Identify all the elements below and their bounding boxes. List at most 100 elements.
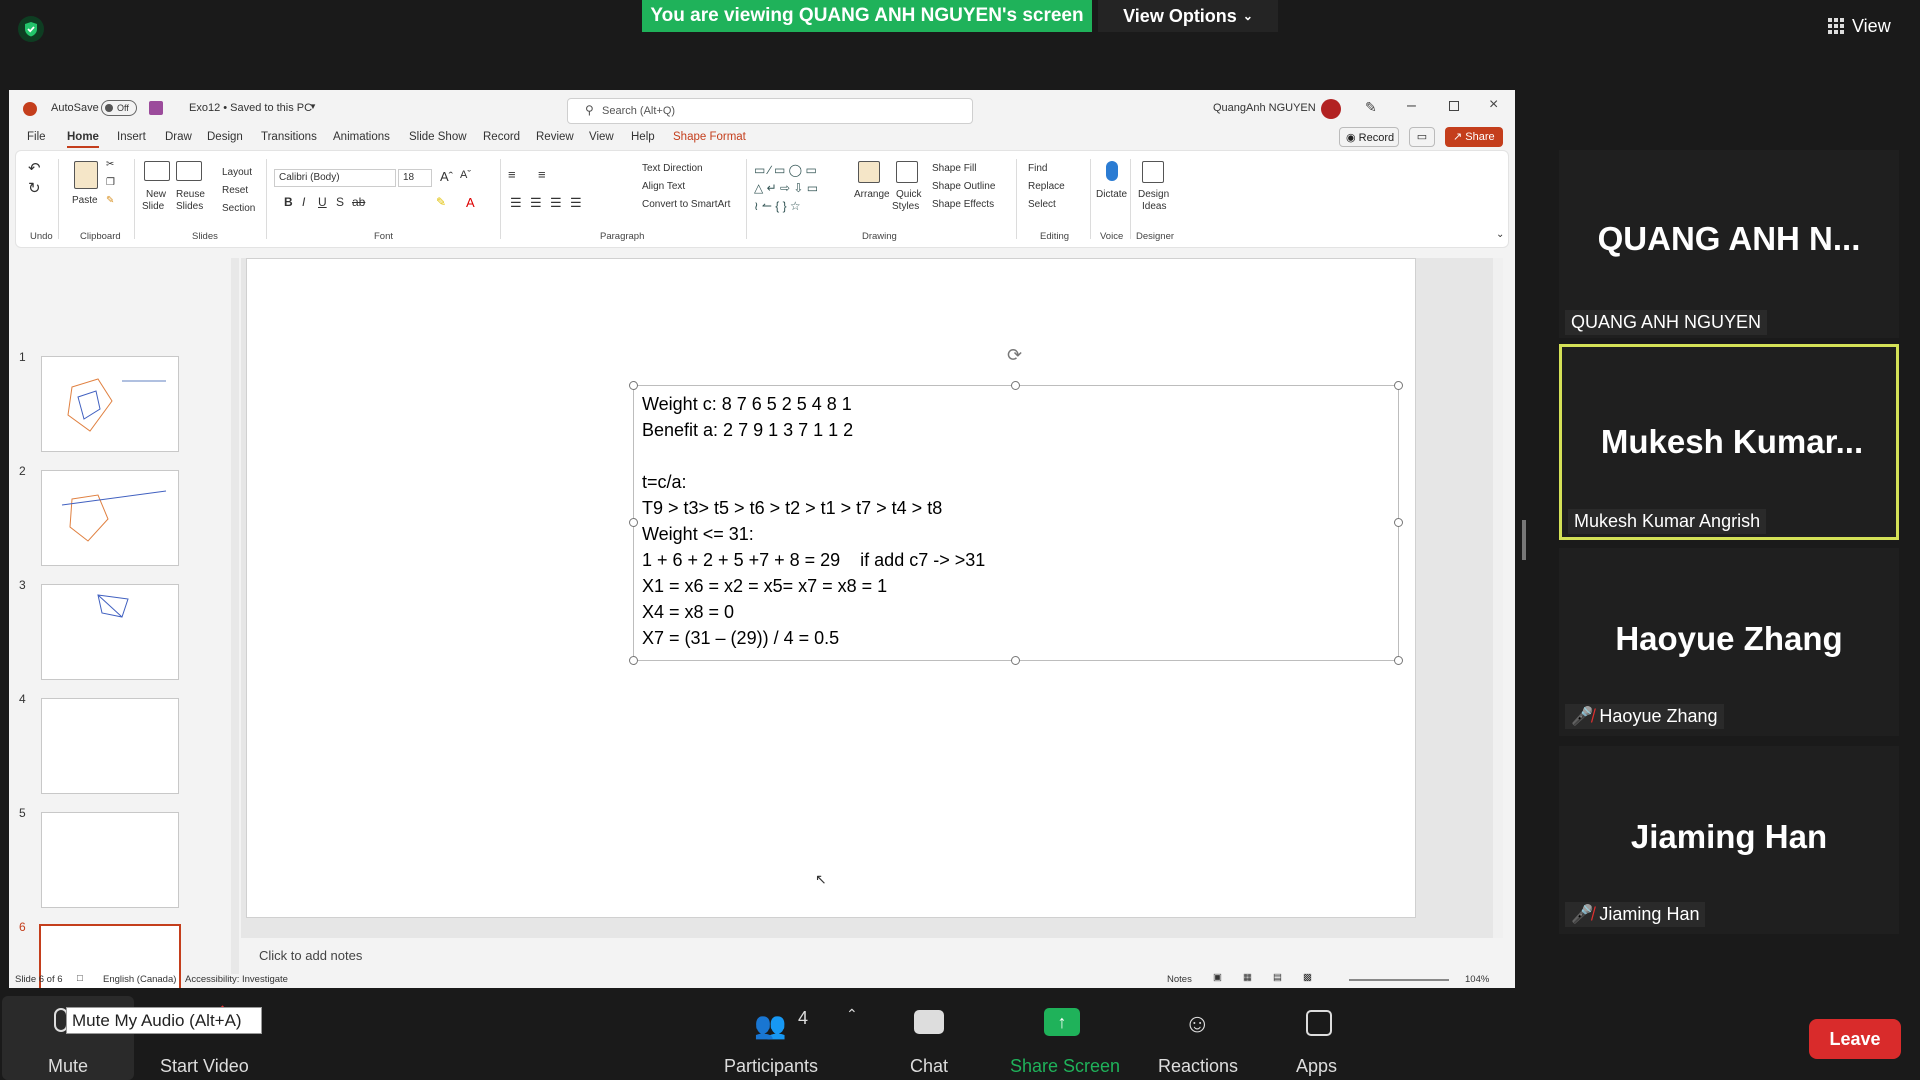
tab-home[interactable]: Home [67,131,99,148]
user-name[interactable]: QuangAnh NGUYEN [1213,102,1316,114]
view-options-button[interactable]: View Options ⌄ [1098,0,1278,32]
tab-file[interactable]: File [27,131,46,143]
slide-thumbnail-3[interactable] [41,584,179,680]
tab-draw[interactable]: Draw [165,131,192,143]
resize-handle[interactable] [629,381,638,390]
shape-fill-button[interactable]: Shape Fill [932,163,976,174]
participant-tile[interactable]: Jiaming Han 🎤̸ Jiaming Han [1559,746,1899,934]
new-slide-button[interactable]: New [146,189,166,200]
zoom-level[interactable]: 104% [1465,974,1489,985]
tab-transitions[interactable]: Transitions [261,131,317,143]
reuse-slides-button[interactable]: Reuse [176,189,205,200]
slide-thumbnail-1[interactable] [41,356,179,452]
font-color-icon[interactable]: A [466,195,475,210]
reactions-button[interactable]: ☺ Reactions [1150,996,1246,1080]
thumbnail-scrollbar[interactable] [231,258,239,974]
resize-handle[interactable] [629,518,638,527]
share-button[interactable]: ↗ Share [1445,127,1503,147]
format-painter-icon[interactable]: ✎ [106,195,114,206]
tab-animations[interactable]: Animations [333,131,390,143]
notes-pane[interactable]: Click to add notes [241,938,1503,974]
restore-icon[interactable] [1449,101,1459,111]
copy-icon[interactable]: ❐ [106,177,115,188]
select-button[interactable]: Select [1028,199,1056,210]
participant-tile[interactable]: Haoyue Zhang 🎤̸ Haoyue Zhang [1559,548,1899,736]
reading-view-icon[interactable]: ▤ [1273,972,1282,983]
italic-icon[interactable]: I [302,195,305,209]
save-icon[interactable] [149,101,163,115]
font-size-select[interactable]: 18 [398,169,432,187]
chat-button[interactable]: Chat [896,996,962,1080]
redo-icon[interactable]: ↻ [28,179,41,197]
layout-button[interactable]: Layout [222,167,252,178]
language-status[interactable]: English (Canada) [103,974,176,985]
slide-sorter-icon[interactable]: ▦ [1243,972,1252,983]
autosave-toggle[interactable]: Off [101,100,137,116]
highlight-icon[interactable]: ✎ [436,195,446,209]
font-name-select[interactable]: Calibri (Body) [274,169,396,187]
shapes-gallery[interactable]: ▭ ∕ ▭ ◯ ▭ △ ↵ ⇨ ⇩ ▭ ≀ ↼ { } ☆ [754,161,842,217]
quick-styles-button[interactable]: Quick [896,189,922,200]
ribbon-collapse-icon[interactable]: ⌄ [1496,229,1504,240]
justify-icon[interactable]: ☰ [570,195,582,211]
notes-toggle[interactable]: Notes [1167,974,1192,985]
numbering-icon[interactable]: ≡ [538,167,546,182]
slide-thumbnail-4[interactable] [41,698,179,794]
comment-icon[interactable]: ▭ [1409,127,1435,147]
reset-button[interactable]: Reset [222,185,248,196]
align-left-icon[interactable]: ☰ [510,195,522,211]
panel-resize-handle[interactable] [1522,520,1526,560]
accessibility-status[interactable]: Accessibility: Investigate [185,974,288,985]
align-center-icon[interactable]: ☰ [530,195,542,211]
section-button[interactable]: Section [222,203,255,214]
resize-handle[interactable] [1394,381,1403,390]
current-slide[interactable]: ⟳ Weight c: 8 7 6 5 2 5 4 8 1 Benefit a:… [246,258,1416,918]
chevron-down-icon[interactable]: ▼ [309,102,317,111]
shadow-icon[interactable]: S [336,195,344,209]
replace-button[interactable]: Replace [1028,181,1065,192]
leave-button[interactable]: Leave [1809,1019,1901,1059]
convert-smartart-button[interactable]: Convert to SmartArt [642,199,730,210]
text-direction-button[interactable]: Text Direction [642,163,703,174]
cut-icon[interactable]: ✂ [106,159,114,170]
zoom-slider[interactable] [1349,979,1449,981]
slideshow-icon[interactable]: ▩ [1303,972,1312,983]
find-button[interactable]: Find [1028,163,1047,174]
close-icon[interactable]: × [1489,96,1498,114]
vertical-scrollbar[interactable] [1493,258,1503,938]
participant-tile[interactable]: QUANG ANH N... QUANG ANH NGUYEN [1559,150,1899,338]
tab-review[interactable]: Review [536,131,574,143]
tab-shape-format[interactable]: Shape Format [673,131,746,143]
strikethrough-icon[interactable]: ab [352,195,365,209]
minimize-icon[interactable]: – [1407,97,1416,115]
resize-handle[interactable] [1011,381,1020,390]
participant-tile-active-speaker[interactable]: Mukesh Kumar... Mukesh Kumar Angrish [1559,344,1899,540]
paste-icon[interactable] [74,161,98,189]
bold-icon[interactable]: B [284,195,293,209]
shape-outline-button[interactable]: Shape Outline [932,181,995,192]
rotate-handle-icon[interactable]: ⟳ [1007,345,1022,366]
grow-font-icon[interactable]: Aˆ [440,169,453,184]
new-slide-icon[interactable] [144,161,170,181]
arrange-button[interactable]: Arrange [854,189,890,200]
normal-view-icon[interactable]: ▣ [1213,972,1222,983]
pen-icon[interactable]: ✎ [1365,99,1377,116]
tab-record[interactable]: Record [483,131,520,143]
security-shield-icon[interactable] [18,16,44,42]
search-input[interactable]: Search (Alt+Q) [567,98,973,124]
record-button[interactable]: ◉ Record [1339,127,1399,147]
participants-button[interactable]: 👥 4 Participants [716,996,836,1080]
bullets-icon[interactable]: ≡ [508,167,516,182]
tab-slide-show[interactable]: Slide Show [409,131,467,143]
spellcheck-icon[interactable]: □ [77,973,83,984]
shape-effects-button[interactable]: Shape Effects [932,199,994,210]
tab-design[interactable]: Design [207,131,243,143]
share-screen-button[interactable]: ↑ Share Screen [1002,996,1122,1080]
tab-insert[interactable]: Insert [117,131,146,143]
document-filename[interactable]: Exo12 • Saved to this PC [189,102,312,114]
align-text-button[interactable]: Align Text [642,181,685,192]
apps-button[interactable]: Apps [1284,996,1354,1080]
resize-handle[interactable] [1394,656,1403,665]
microphone-icon[interactable] [1106,161,1118,181]
dictate-button[interactable]: Dictate [1096,189,1127,200]
